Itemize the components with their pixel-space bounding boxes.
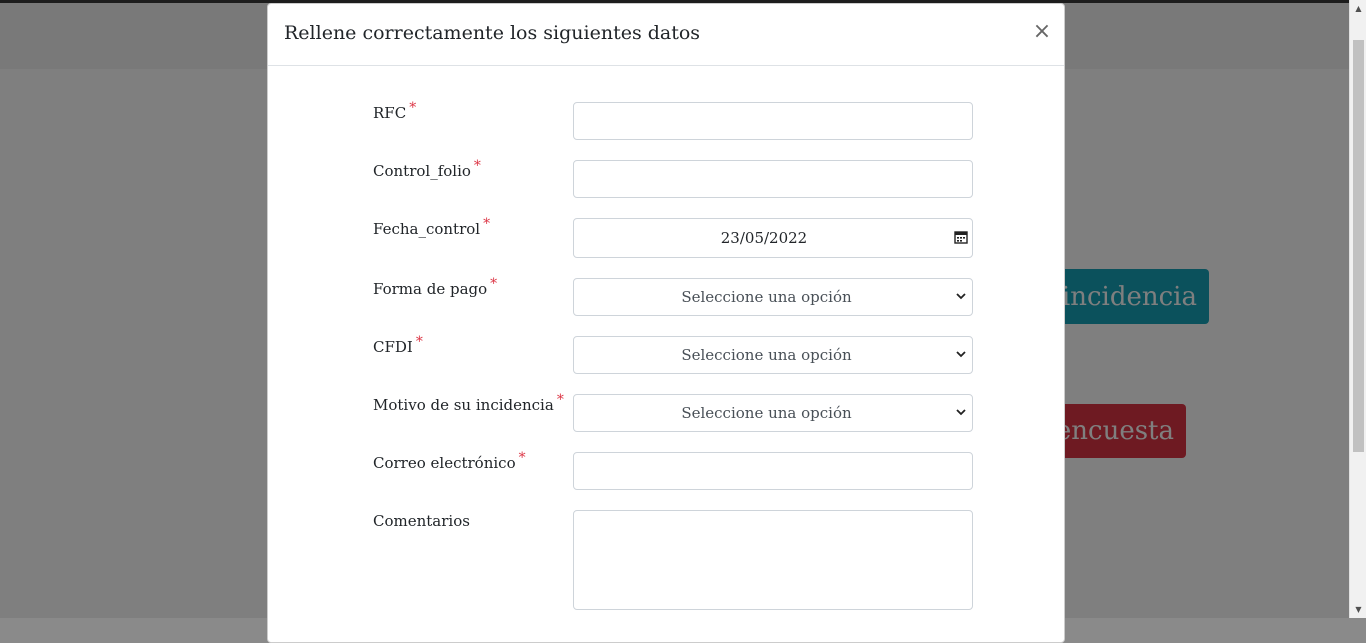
chevron-down-icon xyxy=(956,409,966,416)
forma-pago-select[interactable]: Seleccione una opción xyxy=(573,278,973,316)
email-field[interactable] xyxy=(573,452,973,490)
control-folio-label: Control_folio * xyxy=(373,158,481,180)
page-scrollbar[interactable]: ▲ ▼ xyxy=(1349,0,1366,618)
comentarios-textarea[interactable] xyxy=(573,510,973,610)
comentarios-label: Comentarios xyxy=(373,512,470,530)
incident-form-modal: Rellene correctamente los siguientes dat… xyxy=(267,3,1065,643)
modal-title: Rellene correctamente los siguientes dat… xyxy=(284,22,701,44)
cfdi-select[interactable]: Seleccione una opción xyxy=(573,336,973,374)
correo-label: Correo electrónico * xyxy=(373,450,526,472)
required-mark: * xyxy=(473,158,481,174)
scroll-up-arrow-icon[interactable]: ▲ xyxy=(1350,0,1366,17)
rfc-input[interactable] xyxy=(573,102,973,140)
fecha-control-label: Fecha_control * xyxy=(373,216,491,238)
control-folio-input[interactable] xyxy=(573,160,973,198)
motivo-selected: Seleccione una opción xyxy=(681,404,852,422)
required-mark: * xyxy=(490,276,498,292)
required-mark: * xyxy=(556,392,564,408)
modal-header: Rellene correctamente los siguientes dat… xyxy=(268,4,1064,66)
fecha-control-value: 23/05/2022 xyxy=(720,229,808,247)
cfdi-selected: Seleccione una opción xyxy=(681,346,852,364)
fecha-control-date-input[interactable]: 23/05/2022 xyxy=(573,218,973,258)
scrollbar-thumb[interactable] xyxy=(1353,40,1364,452)
close-icon[interactable]: × xyxy=(1032,18,1052,46)
calendar-icon[interactable] xyxy=(954,230,968,244)
required-mark: * xyxy=(409,100,417,116)
scroll-down-arrow-icon[interactable]: ▼ xyxy=(1350,601,1366,618)
required-mark: * xyxy=(415,334,423,350)
chevron-down-icon xyxy=(956,351,966,358)
forma-pago-selected: Seleccione una opción xyxy=(681,288,852,306)
motivo-select[interactable]: Seleccione una opción xyxy=(573,394,973,432)
forma-pago-label: Forma de pago * xyxy=(373,276,498,298)
motivo-label: Motivo de su incidencia * xyxy=(373,392,564,414)
required-mark: * xyxy=(518,450,526,466)
rfc-label: RFC * xyxy=(373,100,417,122)
required-mark: * xyxy=(483,216,491,232)
chevron-down-icon xyxy=(956,293,966,300)
cfdi-label: CFDI * xyxy=(373,334,423,356)
